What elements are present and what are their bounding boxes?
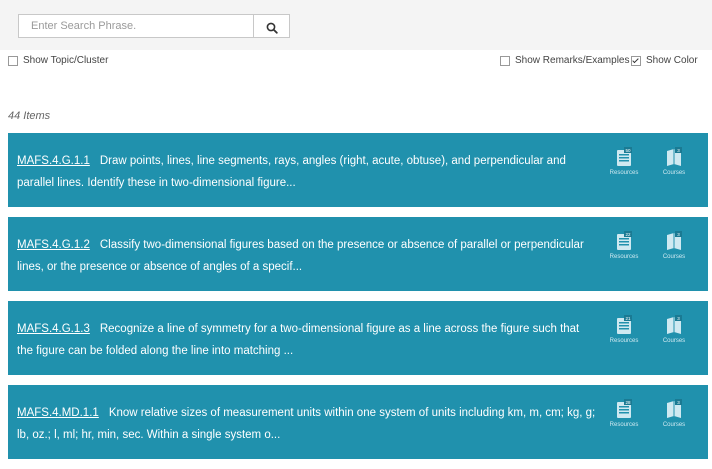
search-input[interactable]: [18, 14, 254, 38]
benchmark-description: Know relative sizes of measurement units…: [17, 407, 596, 441]
card-stats: 50 Resources 3 Courses: [604, 147, 694, 187]
benchmark-code-link[interactable]: MAFS.4.MD.1.1: [17, 407, 99, 419]
courses-button[interactable]: 3 Courses: [654, 399, 694, 428]
benchmark-card: MAFS.4.G.1.1 Draw points, lines, line seg…: [8, 133, 708, 207]
benchmark-text: MAFS.4.G.1.3 Recognize a line of symmetry…: [17, 318, 597, 362]
resources-icon: 50: [617, 147, 632, 166]
benchmark-code-link[interactable]: MAFS.4.G.1.3: [17, 323, 90, 335]
resources-count: 21: [625, 316, 631, 321]
benchmark-text: MAFS.4.G.1.1 Draw points, lines, line seg…: [17, 150, 597, 194]
search-icon: [266, 22, 278, 34]
search-button[interactable]: [254, 14, 290, 38]
benchmark-card: MAFS.4.G.1.3 Recognize a line of symmetry…: [8, 301, 708, 375]
resources-label: Resources: [609, 422, 639, 428]
resources-icon: 22: [617, 231, 632, 250]
card-stats: 28 Resources 3 Courses: [604, 399, 694, 439]
courses-label: Courses: [662, 338, 686, 344]
benchmark-description: Recognize a line of symmetry for a two-d…: [17, 323, 580, 357]
resources-label: Resources: [609, 254, 639, 260]
courses-icon: 3: [667, 399, 682, 418]
show-topic-cluster-checkbox[interactable]: Show Topic/Cluster: [8, 55, 108, 66]
show-remarks-examples-checkbox[interactable]: Show Remarks/Examples: [500, 55, 629, 66]
courses-icon: 3: [667, 315, 682, 334]
benchmark-description: Classify two-dimensional figures based o…: [17, 239, 584, 273]
card-stats: 22 Resources 3 Courses: [604, 231, 694, 271]
resources-count: 50: [625, 148, 631, 153]
resources-button[interactable]: 22 Resources: [604, 231, 644, 260]
checkbox-box[interactable]: [8, 55, 18, 66]
benchmark-list: MAFS.4.G.1.1 Draw points, lines, line seg…: [8, 133, 708, 469]
courses-label: Courses: [662, 422, 686, 428]
benchmark-text: MAFS.4.G.1.2 Classify two-dimensional fig…: [17, 234, 597, 278]
courses-button[interactable]: 3 Courses: [654, 315, 694, 344]
resources-icon: 28: [617, 399, 632, 418]
show-color-checkbox[interactable]: Show Color: [631, 55, 698, 66]
resources-label: Resources: [609, 170, 639, 176]
courses-icon: 3: [667, 147, 682, 166]
resources-count: 28: [625, 400, 631, 405]
benchmark-code-link[interactable]: MAFS.4.G.1.2: [17, 239, 90, 251]
benchmark-card: MAFS.4.MD.1.1 Know relative sizes of meas…: [8, 385, 708, 459]
benchmark-description: Draw points, lines, line segments, rays,…: [17, 155, 566, 189]
courses-label: Courses: [662, 254, 686, 260]
benchmark-text: MAFS.4.MD.1.1 Know relative sizes of meas…: [17, 402, 597, 446]
courses-button[interactable]: 3 Courses: [654, 147, 694, 176]
checkbox-box[interactable]: [500, 55, 510, 66]
courses-label: Courses: [662, 170, 686, 176]
resources-count: 22: [625, 232, 631, 237]
checkbox-label: Show Remarks/Examples: [515, 55, 630, 66]
benchmark-card: MAFS.4.G.1.2 Classify two-dimensional fig…: [8, 217, 708, 291]
resources-button[interactable]: 50 Resources: [604, 147, 644, 176]
courses-button[interactable]: 3 Courses: [654, 231, 694, 260]
checkbox-label: Show Color: [646, 55, 698, 66]
search-bar: [0, 0, 712, 50]
resources-label: Resources: [609, 338, 639, 344]
resources-icon: 21: [617, 315, 632, 334]
card-stats: 21 Resources 3 Courses: [604, 315, 694, 355]
item-count: 44 Items: [8, 110, 51, 122]
courses-icon: 3: [667, 231, 682, 250]
display-options: Show Topic/Cluster Show Remarks/Examples…: [0, 55, 712, 71]
resources-button[interactable]: 21 Resources: [604, 315, 644, 344]
checkbox-label: Show Topic/Cluster: [23, 55, 109, 66]
resources-button[interactable]: 28 Resources: [604, 399, 644, 428]
benchmark-code-link[interactable]: MAFS.4.G.1.1: [17, 155, 90, 167]
checkbox-box-checked[interactable]: [631, 55, 641, 66]
